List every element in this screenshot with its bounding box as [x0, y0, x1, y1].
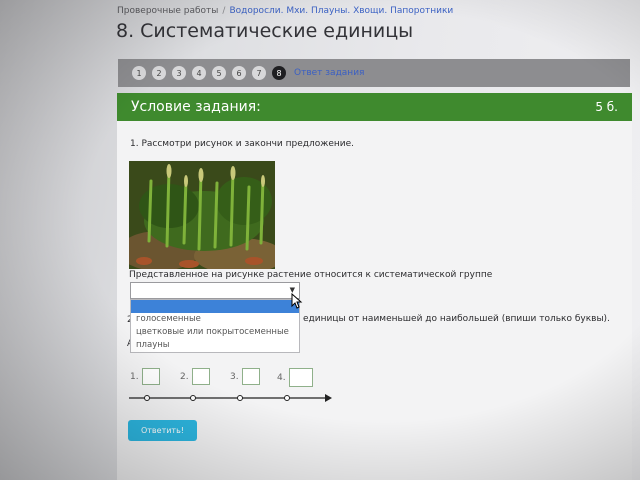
breadcrumb: Проверочные работы / Водоросли. Мхи. Плаун… — [117, 6, 453, 16]
step-6[interactable]: 6 — [232, 66, 246, 80]
order-slot-input[interactable] — [288, 368, 313, 387]
step-3[interactable]: 3 — [172, 66, 186, 80]
order-slot-input[interactable] — [191, 368, 210, 385]
dropdown-option-empty[interactable] — [131, 300, 299, 313]
step-1[interactable]: 1 — [132, 66, 146, 80]
group-dropdown-list: голосеменные цветковые или покрытосеменн… — [130, 299, 300, 353]
dropdown-option-lycopods[interactable]: плауны — [131, 339, 299, 352]
order-slot-input[interactable] — [241, 368, 260, 385]
question-1-sentence: Представленное на рисунке растение относ… — [129, 270, 493, 280]
order-slot-3: 3. — [230, 368, 260, 385]
question-2-text: единицы от наименьшей до наибольшей (впи… — [303, 314, 610, 324]
breadcrumb-item-works[interactable]: Проверочные работы — [117, 6, 218, 16]
submit-answer-button[interactable]: Ответить! — [128, 420, 197, 441]
plant-photo — [129, 161, 275, 269]
order-slot-input[interactable] — [141, 368, 160, 385]
task-header: Условие задания: 5 б. — [117, 93, 632, 121]
dropdown-option-angiosperms[interactable]: цветковые или покрытосеменные — [131, 326, 299, 339]
order-slot-4: 4. — [277, 368, 313, 387]
order-timeline-arrow — [129, 394, 332, 402]
question-1-text: 1. Рассмотри рисунок и закончи предложен… — [130, 139, 355, 149]
order-slot-label: 3. — [230, 371, 239, 382]
dropdown-option-gymnosperms[interactable]: голосеменные — [131, 313, 299, 326]
task-answer-link[interactable]: Ответ задания — [294, 68, 364, 78]
task-score: 5 б. — [595, 100, 618, 114]
task-header-title: Условие задания: — [131, 99, 261, 115]
step-4[interactable]: 4 — [192, 66, 206, 80]
order-slot-1: 1. — [130, 368, 160, 385]
step-2[interactable]: 2 — [152, 66, 166, 80]
mouse-cursor-icon — [291, 293, 303, 309]
group-select[interactable]: ▼ — [130, 282, 300, 299]
breadcrumb-item-topic[interactable]: Водоросли. Мхи. Плауны. Хвощи. Папоротни… — [229, 6, 453, 16]
breadcrumb-separator: / — [222, 6, 226, 16]
step-5[interactable]: 5 — [212, 66, 226, 80]
order-slot-label: 2. — [180, 371, 189, 382]
page-title: 8. Систематические единицы — [116, 20, 414, 42]
order-slot-label: 1. — [130, 371, 139, 382]
order-slot-label: 4. — [277, 372, 286, 383]
order-slot-2: 2. — [180, 368, 210, 385]
screen: Проверочные работы / Водоросли. Мхи. Плаун… — [0, 0, 640, 480]
step-8[interactable]: 8 — [272, 66, 286, 80]
task-card: Условие задания: 5 б. 1. Рассмотри рисун… — [117, 93, 632, 480]
step-navigation: 1 2 3 4 5 6 7 8 Ответ задания — [118, 59, 630, 87]
club-moss-image — [129, 161, 275, 269]
step-7[interactable]: 7 — [252, 66, 266, 80]
